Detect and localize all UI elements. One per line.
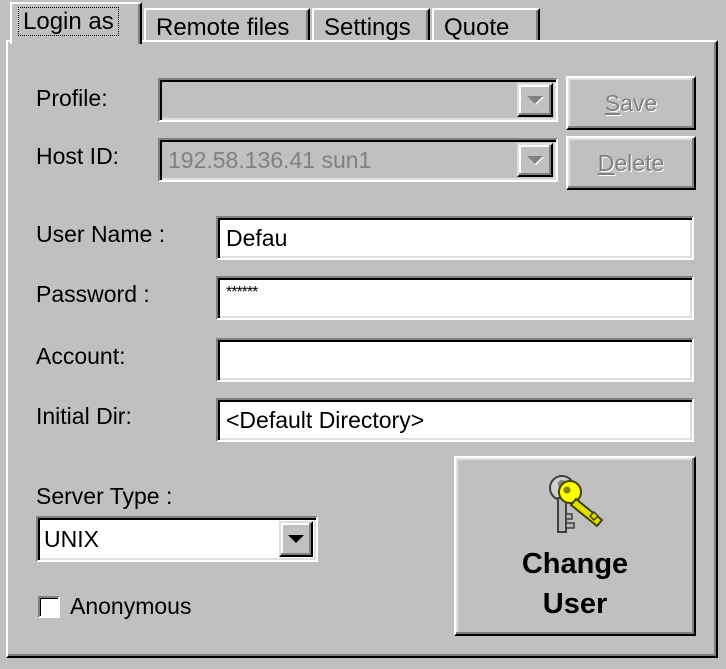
chevron-down-icon <box>288 535 304 543</box>
tab-quote[interactable]: Quote <box>432 8 540 44</box>
profile-combo[interactable] <box>158 78 558 122</box>
password-label: Password : <box>36 281 150 307</box>
server-type-select[interactable]: UNIX <box>36 516 318 562</box>
server-type-dropdown-button[interactable] <box>279 521 313 557</box>
profile-label: Profile: <box>36 85 108 111</box>
host-id-value: 192.58.136.41 sun1 <box>168 146 372 173</box>
server-type-value: UNIX <box>44 525 99 552</box>
save-button-label: Save <box>604 89 658 116</box>
user-name-label: User Name : <box>36 221 166 247</box>
server-type-label: Server Type : <box>36 483 173 509</box>
host-id-combo[interactable]: 192.58.136.41 sun1 <box>158 138 558 182</box>
user-name-value: Defau <box>226 224 288 251</box>
host-id-dropdown-button[interactable] <box>517 143 553 177</box>
login-panel: Profile: Save Host ID: 192.58.136.41 sun… <box>6 40 718 658</box>
save-button[interactable]: Save <box>566 76 696 130</box>
account-input[interactable] <box>216 338 694 382</box>
tab-quote-label: Quote <box>444 14 510 41</box>
account-label: Account: <box>36 343 126 369</box>
tab-settings[interactable]: Settings <box>312 8 430 44</box>
password-input[interactable]: ****** <box>216 276 694 320</box>
initial-dir-value: <Default Directory> <box>226 406 425 433</box>
change-user-label-line2: User <box>542 588 608 620</box>
profile-dropdown-button[interactable] <box>517 83 553 117</box>
tab-remote-files[interactable]: Remote files <box>144 8 310 44</box>
anonymous-label: Anonymous <box>70 593 192 619</box>
change-user-label-line1: Change <box>521 548 629 580</box>
initial-dir-input[interactable]: <Default Directory> <box>216 398 694 442</box>
keys-icon <box>549 475 604 533</box>
tab-settings-label: Settings <box>324 14 411 41</box>
user-name-input[interactable]: Defau <box>216 216 694 260</box>
chevron-down-icon <box>527 96 543 104</box>
chevron-down-icon <box>527 156 543 164</box>
anonymous-checkbox[interactable] <box>38 596 60 618</box>
password-value: ****** <box>226 284 258 301</box>
initial-dir-label: Initial Dir: <box>36 403 132 429</box>
tab-remote-files-label: Remote files <box>156 14 290 41</box>
delete-button-label: Delete <box>597 149 665 176</box>
tab-login-as-label: Login as <box>18 7 119 36</box>
host-id-label: Host ID: <box>36 143 120 169</box>
tab-login-as[interactable]: Login as <box>10 2 142 44</box>
change-user-button[interactable]: Change User <box>454 456 696 636</box>
delete-button[interactable]: Delete <box>566 136 696 190</box>
